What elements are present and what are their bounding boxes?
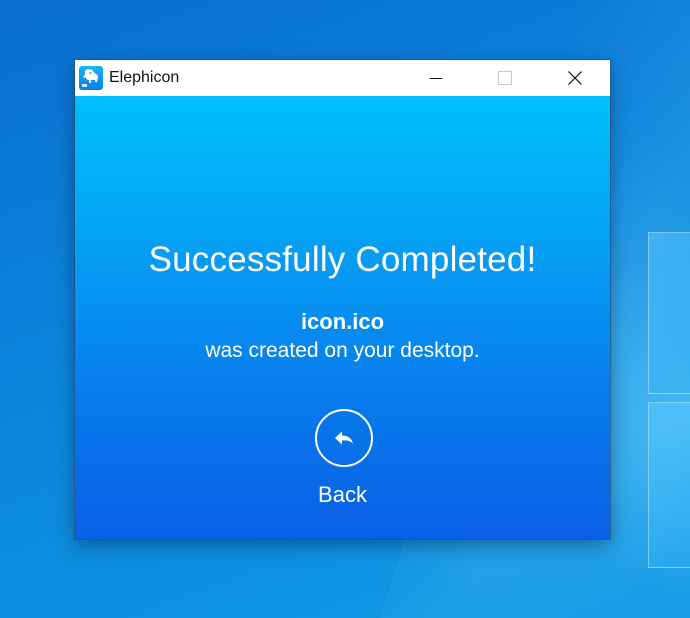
created-filename: icon.ico <box>300 309 385 334</box>
minimize-icon <box>430 78 442 79</box>
back-button[interactable] <box>315 409 373 467</box>
maximize-icon <box>498 71 512 85</box>
reply-arrow-icon <box>335 431 353 445</box>
close-button[interactable] <box>552 60 598 96</box>
window-title: Elephicon <box>109 69 180 86</box>
success-panel: Successfully Completed! icon.ico was cre… <box>75 96 610 539</box>
success-heading: Successfully Completed! <box>148 240 537 279</box>
minimize-button[interactable] <box>413 60 459 96</box>
back-label[interactable]: Back <box>75 482 610 508</box>
close-icon <box>568 71 582 85</box>
title-bar[interactable]: Elephicon <box>75 60 610 96</box>
wallpaper-window-pane <box>648 232 690 394</box>
app-window: Elephicon Successfully Completed! icon.i… <box>75 60 610 539</box>
success-message: was created on your desktop. <box>205 339 480 362</box>
elephant-icon <box>79 66 103 90</box>
wallpaper-window-pane <box>648 402 690 568</box>
maximize-button[interactable] <box>481 60 527 96</box>
